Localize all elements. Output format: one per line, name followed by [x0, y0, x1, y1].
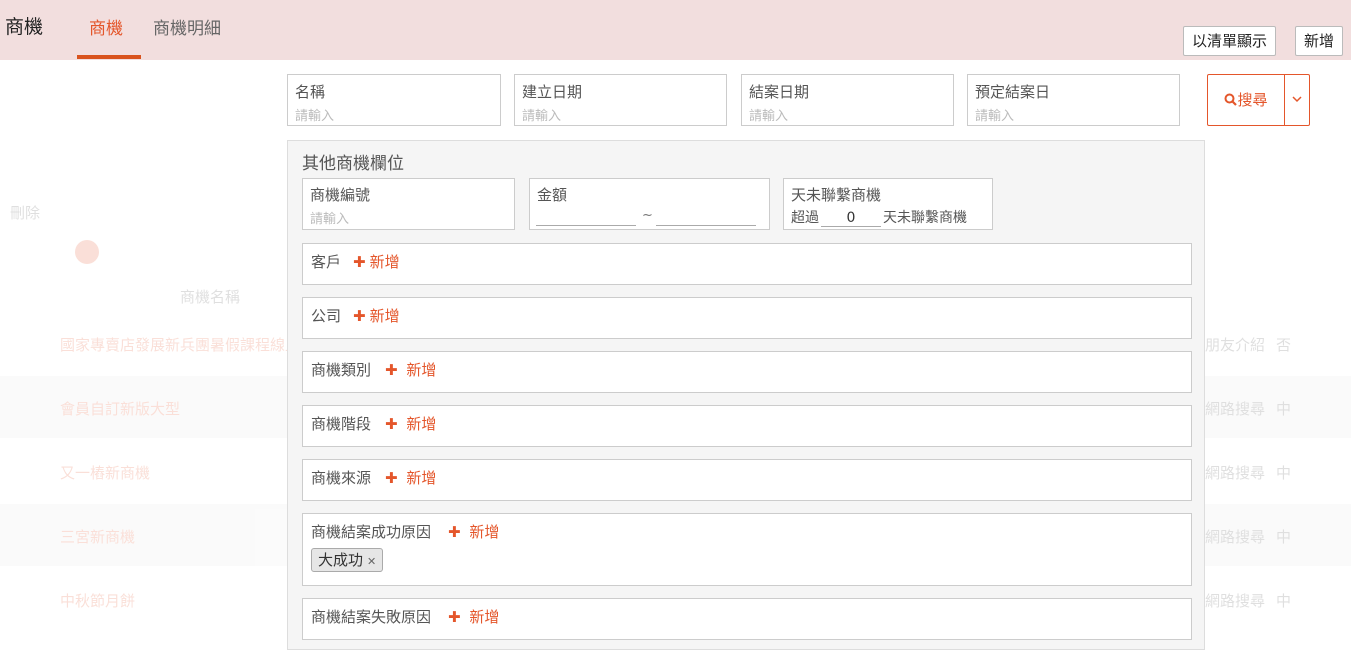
expected-close-date-input[interactable]: 請輸入 [975, 105, 1014, 124]
created-date-filter[interactable]: 建立日期 請輸入 [514, 74, 727, 126]
customer-tag-field[interactable]: 客戶 ✚ 新增 [302, 243, 1192, 285]
opportunity-number-field[interactable]: 商機編號 請輸入 [302, 178, 515, 230]
plus-icon: ✚ [353, 253, 366, 271]
category-tag-field[interactable]: 商機類別 ✚ 新增 [302, 351, 1192, 393]
list-view-button[interactable]: 以清單顯示 [1183, 26, 1277, 56]
amount-max-input[interactable] [656, 225, 756, 226]
expected-close-date-filter[interactable]: 預定結案日 請輸入 [967, 74, 1180, 126]
chevron-down-icon [1292, 96, 1302, 103]
no-contact-days-input[interactable]: 0 [821, 210, 881, 227]
count-badge [75, 240, 99, 264]
opportunity-number-input[interactable]: 請輸入 [310, 208, 349, 227]
amount-min-input[interactable] [536, 225, 636, 226]
no-contact-days-field: 天未聯繫商機 超過 0 天未聯繫商機 [783, 178, 993, 230]
created-date-input[interactable]: 請輸入 [522, 105, 561, 124]
delete-label[interactable]: 刪除 [10, 202, 40, 223]
other-fields-panel: 其他商機欄位 商機編號 請輸入 金額 ~ 天未聯繫商機 超過 0 天未聯繫商機 客戶… [287, 140, 1205, 650]
add-stage-button[interactable]: ✚ 新增 [385, 413, 436, 434]
source-tag-field[interactable]: 商機來源 ✚ 新增 [302, 459, 1192, 501]
search-button[interactable]: 搜尋 [1208, 75, 1284, 125]
search-button-group: 搜尋 [1207, 74, 1310, 126]
add-category-button[interactable]: ✚ 新增 [385, 359, 436, 380]
name-filter[interactable]: 名稱 請輸入 [287, 74, 501, 126]
active-tab-indicator [77, 55, 141, 59]
plus-icon: ✚ [385, 415, 398, 433]
plus-icon: ✚ [448, 608, 461, 626]
add-customer-button[interactable]: ✚ 新增 [353, 251, 400, 272]
app-title: 商機 [5, 16, 44, 38]
stage-tag-field[interactable]: 商機階段 ✚ 新增 [302, 405, 1192, 447]
plus-icon: ✚ [385, 361, 398, 379]
plus-icon: ✚ [385, 469, 398, 487]
plus-icon: ✚ [448, 523, 461, 541]
success-reason-tag-field[interactable]: 商機結案成功原因 ✚ 新增 大成功 ✕ [302, 513, 1192, 586]
search-options-dropdown[interactable] [1285, 75, 1309, 125]
tag-chip[interactable]: 大成功 ✕ [311, 548, 384, 572]
closed-date-input[interactable]: 請輸入 [749, 105, 788, 124]
add-success-reason-button[interactable]: ✚ 新增 [448, 521, 499, 542]
tab-opportunities[interactable]: 商機 [89, 14, 123, 39]
company-tag-field[interactable]: 公司 ✚ 新增 [302, 297, 1192, 339]
name-filter-input[interactable]: 請輸入 [295, 105, 334, 124]
failure-reason-tag-field[interactable]: 商機結案失敗原因 ✚ 新增 [302, 598, 1192, 640]
plus-icon: ✚ [353, 307, 366, 325]
search-icon [1224, 93, 1238, 106]
add-button[interactable]: 新增 [1295, 26, 1344, 56]
closed-date-filter[interactable]: 結案日期 請輸入 [741, 74, 954, 126]
add-failure-reason-button[interactable]: ✚ 新增 [448, 606, 499, 627]
panel-title: 其他商機欄位 [302, 154, 404, 174]
amount-range-field: 金額 ~ [529, 178, 770, 230]
column-header-name: 商機名稱 [180, 288, 241, 306]
add-company-button[interactable]: ✚ 新增 [353, 305, 400, 326]
tab-opportunity-details[interactable]: 商機明細 [153, 14, 221, 39]
remove-tag-icon[interactable]: ✕ [367, 555, 376, 568]
add-source-button[interactable]: ✚ 新增 [385, 467, 436, 488]
